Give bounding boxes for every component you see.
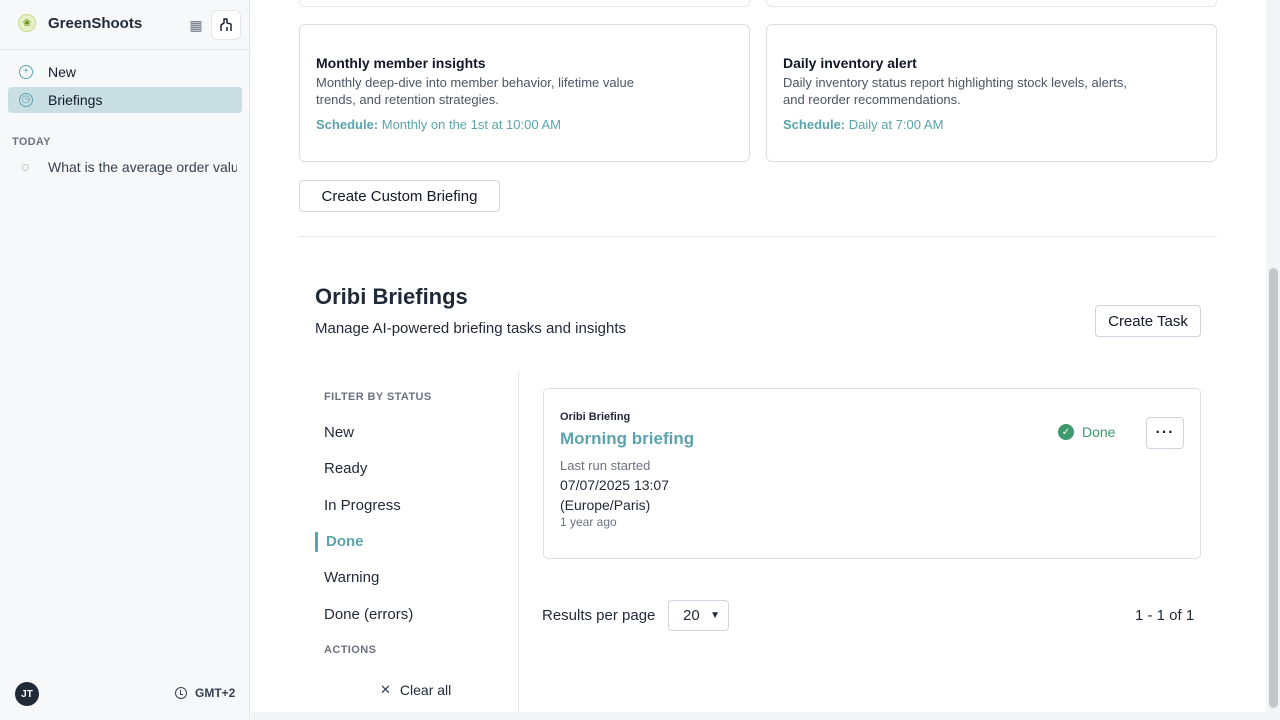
sidebar-divider: [0, 49, 249, 50]
filter-done-errors[interactable]: Done (errors): [324, 604, 413, 626]
last-run-label: Last run started: [560, 458, 651, 473]
main-content: Monthly member insights Monthly deep-div…: [251, 0, 1266, 712]
clock-icon: [175, 687, 187, 699]
sidebar: ❀ GreenShoots ▦ + New ◷ Briefings TODAY …: [0, 0, 250, 720]
briefing-title-link[interactable]: Morning briefing: [560, 429, 694, 449]
page-subtitle: Manage AI-powered briefing tasks and ins…: [315, 320, 627, 337]
schedule-value: Monthly on the 1st at 10:00 AM: [381, 117, 561, 132]
schedule-value: Daily at 7:00 AM: [848, 117, 944, 132]
timezone-label: GMT+2: [195, 686, 236, 700]
app-name: GreenShoots: [48, 14, 143, 32]
more-options-button[interactable]: ···: [1146, 417, 1184, 449]
animal-icon[interactable]: [212, 11, 240, 39]
template-schedule: Schedule: Monthly on the 1st at 10:00 AM: [316, 117, 733, 132]
schedule-label: Schedule:: [783, 117, 846, 132]
filter-in-progress[interactable]: In Progress: [324, 495, 401, 517]
briefing-type: Oribi Briefing: [560, 411, 631, 423]
template-card-edge: [299, 0, 750, 7]
template-title: Monthly member insights: [316, 55, 486, 71]
template-title: Daily inventory alert: [783, 55, 917, 71]
pagination-range: 1 - 1 of 1: [1135, 607, 1195, 624]
last-run-date: 07/07/2025 13:07: [560, 477, 669, 493]
clear-all-label: Clear all: [399, 682, 452, 698]
page-title: Oribi Briefings: [315, 284, 468, 309]
actions-label: ACTIONS: [324, 644, 377, 656]
template-card-daily-inventory-alert[interactable]: Daily inventory alert Daily inventory st…: [766, 24, 1217, 162]
filter-ready[interactable]: Ready: [324, 458, 367, 480]
last-run-relative: 1 year ago: [560, 515, 617, 529]
sidebar-item-briefings[interactable]: ◷ Briefings: [8, 87, 242, 113]
today-section-label: TODAY: [12, 136, 51, 148]
sidebar-top-icons: ▦: [182, 11, 240, 39]
filter-warning[interactable]: Warning: [324, 567, 379, 589]
filter-new[interactable]: New: [324, 422, 354, 444]
status-label: Done: [1082, 424, 1116, 440]
grid-icon[interactable]: ▦: [182, 11, 210, 39]
status-badge: ✓ Done: [1058, 424, 1115, 440]
sidebar-item-label: New: [48, 64, 77, 80]
active-filter-indicator: [315, 532, 318, 552]
create-task-button[interactable]: Create Task: [1095, 305, 1201, 337]
ellipsis-icon: ···: [1155, 424, 1175, 441]
clear-all-button[interactable]: ✕ Clear all: [380, 682, 451, 698]
briefing-card[interactable]: Oribi Briefing Morning briefing Last run…: [543, 388, 1201, 559]
template-schedule: Schedule: Daily at 7:00 AM: [783, 117, 1200, 132]
filter-by-status-label: FILTER BY STATUS: [324, 391, 432, 403]
template-card-edge: [766, 0, 1217, 7]
sidebar-item-label: Briefings: [48, 92, 103, 108]
last-run-timezone: (Europe/Paris): [560, 497, 651, 513]
user-avatar[interactable]: JT: [15, 682, 39, 706]
template-description: Monthly deep-dive into member behavior, …: [316, 75, 634, 107]
history-item[interactable]: What is the average order value: [22, 157, 237, 177]
check-circle-icon: ✓: [1058, 424, 1074, 440]
template-card-monthly-member-insights[interactable]: Monthly member insights Monthly deep-div…: [299, 24, 750, 162]
plus-circle-icon: +: [19, 65, 33, 79]
results-per-page-label: Results per page: [542, 607, 656, 624]
horizontal-scroll-area: [251, 712, 1266, 720]
schedule-label: Schedule:: [316, 117, 379, 132]
history-item-label: What is the average order value: [48, 159, 237, 175]
greenshoots-logo-icon: ❀: [18, 14, 36, 32]
status-filter-panel: FILTER BY STATUS New Ready In Progress D…: [315, 372, 519, 712]
history-dot-icon: [22, 163, 29, 171]
sidebar-item-new[interactable]: + New: [8, 59, 242, 85]
close-icon: ✕: [380, 682, 391, 697]
scrollbar-thumb[interactable]: [1269, 268, 1278, 708]
results-per-page-select[interactable]: 20 ▼: [668, 600, 729, 631]
filter-done[interactable]: Done: [326, 531, 364, 553]
timezone-indicator[interactable]: GMT+2: [175, 686, 235, 700]
results-per-page-value: 20: [683, 607, 700, 624]
last-run-datetime: 07/07/2025 13:07 (Europe/Paris): [560, 475, 669, 515]
giraffe-icon: [220, 18, 232, 31]
template-description: Daily inventory status report highlighti…: [783, 75, 1127, 107]
brand[interactable]: ❀ GreenShoots: [18, 14, 142, 32]
chevron-down-icon: ▼: [710, 610, 720, 621]
clock-icon: ◷: [19, 93, 33, 107]
create-custom-briefing-button[interactable]: Create Custom Briefing: [299, 180, 500, 212]
section-divider: [299, 236, 1217, 237]
